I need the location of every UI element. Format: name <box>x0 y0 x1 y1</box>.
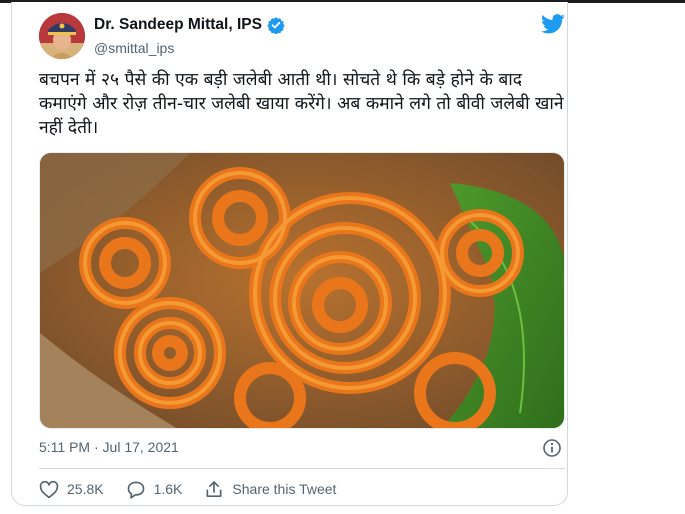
profile-avatar[interactable] <box>39 13 85 59</box>
avatar-image <box>39 13 85 59</box>
author-handle[interactable]: @smittal_ips <box>94 40 174 56</box>
tweet-card: Dr. Sandeep Mittal, IPS @smittal_ips बचप… <box>11 2 568 506</box>
tweet-actions: 25.8K 1.6K Share this Tweet <box>39 478 358 500</box>
tweet-media[interactable] <box>39 152 565 429</box>
heart-icon <box>39 480 59 498</box>
author-name[interactable]: Dr. Sandeep Mittal, IPS <box>94 16 262 34</box>
reply-button[interactable]: 1.6K <box>126 480 183 499</box>
share-label: Share this Tweet <box>232 481 337 497</box>
share-button[interactable]: Share this Tweet <box>204 480 336 499</box>
tweet-text: बचपन में २५ पैसे की एक बड़ी जलेबी आती थी… <box>39 70 564 138</box>
verified-badge-icon <box>267 17 285 34</box>
jalebi-photo <box>40 153 564 428</box>
reply-count: 1.6K <box>153 481 183 497</box>
tweet-timestamp[interactable]: 5:11 PM · Jul 17, 2021 <box>39 439 179 455</box>
twitter-bird-icon[interactable] <box>541 14 565 34</box>
like-count: 25.8K <box>67 481 104 497</box>
divider <box>39 468 565 469</box>
like-button[interactable]: 25.8K <box>39 480 104 499</box>
share-icon <box>206 480 222 497</box>
reply-bubble-icon <box>127 481 144 499</box>
author-name-row: Dr. Sandeep Mittal, IPS <box>94 16 285 34</box>
info-circle-icon[interactable] <box>542 438 562 458</box>
